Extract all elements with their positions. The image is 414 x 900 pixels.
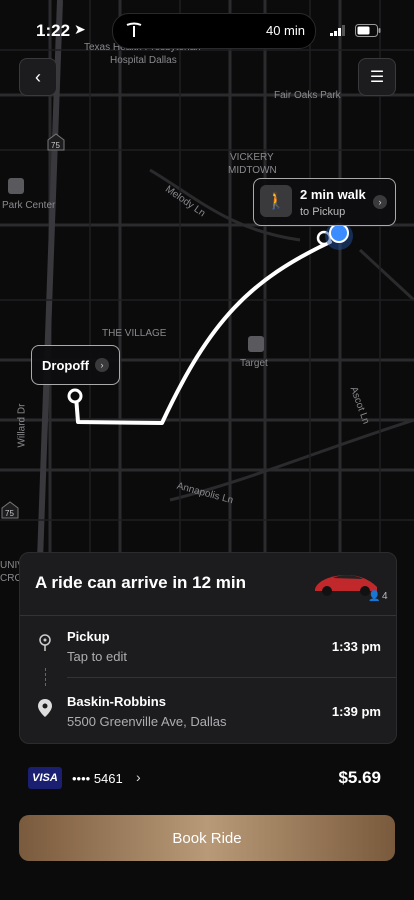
ride-card: A ride can arrive in 12 min 👤 4 Pickup T… <box>19 552 397 744</box>
dynamic-island[interactable]: 40 min <box>112 13 316 49</box>
chevron-right-icon: › <box>373 195 387 209</box>
visa-card-icon: VISA <box>28 767 62 789</box>
battery-icon <box>355 24 381 37</box>
map-label: Target <box>240 358 268 369</box>
ride-price: $5.69 <box>338 768 381 787</box>
park-poi-icon <box>8 178 24 194</box>
destination-time: 1:39 pm <box>331 704 381 719</box>
ride-card-header: A ride can arrive in 12 min 👤 4 <box>20 553 396 615</box>
map-label: Willard Dr <box>16 403 28 448</box>
target-poi-icon <box>248 336 264 352</box>
menu-button[interactable]: ☰ <box>358 58 396 96</box>
chevron-right-icon: › <box>136 769 141 785</box>
book-ride-button[interactable]: Book Ride <box>19 815 395 861</box>
destination-name: Baskin-Robbins <box>67 694 166 709</box>
walk-subtitle: to Pickup <box>300 206 346 218</box>
seats-icon: 👤 <box>368 591 381 602</box>
dropoff-pin <box>67 388 83 404</box>
pickup-time: 1:33 pm <box>331 639 381 654</box>
destination-pin-icon <box>38 699 52 717</box>
ride-eta-title: A ride can arrive in 12 min <box>35 573 247 592</box>
pickup-pin-icon <box>39 634 51 651</box>
map-label: Park Center <box>2 200 56 211</box>
signal-icon <box>330 25 345 36</box>
chevron-right-icon: › <box>95 358 109 372</box>
card-number: •••• 5461 <box>72 771 123 786</box>
hwy-label: 75 <box>5 509 14 518</box>
dropoff-callout[interactable]: Dropoff › <box>31 345 120 385</box>
payment-row[interactable]: VISA •••• 5461 › $5.69 <box>28 767 386 791</box>
chevron-left-icon: ‹ <box>35 66 41 87</box>
walk-callout[interactable]: 🚶 2 min walk to Pickup › <box>253 178 396 226</box>
dropoff-label: Dropoff <box>42 358 89 373</box>
walk-title: 2 min walk <box>300 187 366 202</box>
hamburger-icon: ☰ <box>369 69 385 86</box>
pickup-label: Pickup <box>67 629 110 644</box>
destination-row[interactable]: Baskin-Robbins 5500 Greenville Ave, Dall… <box>20 678 396 742</box>
status-time: 1:22 <box>36 21 71 40</box>
status-bar: 1:22 ➤ 40 min <box>0 0 414 60</box>
map-label: THE VILLAGE <box>102 328 167 339</box>
location-arrow-icon: ➤ <box>74 21 86 37</box>
pickup-row[interactable]: Pickup Tap to edit 1:33 pm <box>20 616 396 676</box>
tesla-logo-icon <box>126 22 142 37</box>
map-roads <box>0 0 414 561</box>
walking-person-icon: 🚶 <box>260 185 292 217</box>
destination-address: 5500 Greenville Ave, Dallas <box>67 714 227 729</box>
seat-count: 4 <box>382 591 388 602</box>
map-label: VICKERY <box>230 152 274 163</box>
hwy-label: 75 <box>51 141 60 150</box>
map-label: MIDTOWN <box>228 165 277 176</box>
map-view[interactable]: Texas Health Presbyterian Hospital Dalla… <box>0 0 414 900</box>
island-eta: 40 min <box>265 23 305 38</box>
back-button[interactable]: ‹ <box>19 58 57 96</box>
map-label: Fair Oaks Park <box>274 90 341 101</box>
pickup-subtext: Tap to edit <box>67 649 127 664</box>
user-location-dot <box>329 223 349 243</box>
book-ride-label: Book Ride <box>172 829 242 847</box>
